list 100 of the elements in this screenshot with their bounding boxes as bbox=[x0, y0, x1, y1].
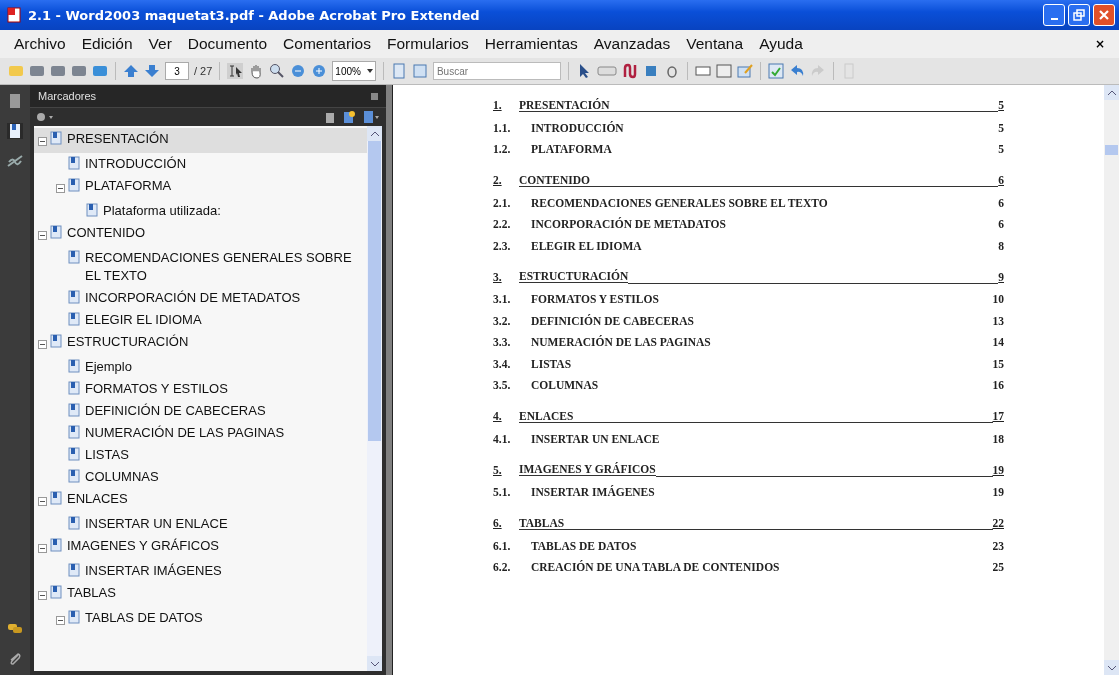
bookmark-item[interactable]: PLATAFORMA bbox=[34, 175, 367, 200]
bookmark-icon bbox=[68, 178, 80, 192]
toc-title[interactable]: FORMATOS Y ESTILOS bbox=[531, 293, 659, 306]
scroll-down-icon[interactable] bbox=[370, 660, 379, 667]
toc-title[interactable]: NUMERACIÓN DE LAS PAGINAS bbox=[531, 336, 711, 349]
bookmark-item[interactable]: TABLAS bbox=[34, 582, 367, 607]
spellcheck-icon[interactable] bbox=[767, 63, 784, 79]
bookmark-icon bbox=[68, 381, 80, 395]
bookmark-item[interactable]: TABLAS DE DATOS bbox=[34, 607, 367, 632]
restore-button[interactable] bbox=[1068, 4, 1090, 26]
toc-title[interactable]: IMAGENES Y GRÁFICOS bbox=[519, 463, 656, 476]
bookmark-item[interactable]: Ejemplo bbox=[34, 356, 367, 378]
bookmark-icon bbox=[50, 225, 62, 239]
menu-item[interactable]: Avanzadas bbox=[585, 35, 679, 53]
scroll-thumb[interactable] bbox=[368, 141, 381, 441]
scroll-down-icon[interactable] bbox=[1107, 664, 1116, 671]
toc-number: 1.1. bbox=[493, 121, 512, 134]
new-bookmark-icon[interactable] bbox=[342, 110, 356, 124]
menu-item[interactable]: Ver bbox=[140, 35, 180, 53]
menu-close-button[interactable]: × bbox=[1086, 37, 1113, 51]
toc-title[interactable]: TABLAS DE DATOS bbox=[531, 539, 637, 552]
toc-title[interactable]: COLUMNAS bbox=[531, 379, 599, 392]
scroll-up-icon[interactable] bbox=[1107, 89, 1116, 96]
magnet-icon[interactable] bbox=[621, 63, 638, 79]
menu-item[interactable]: Documento bbox=[179, 35, 276, 53]
zoom-out-icon[interactable] bbox=[290, 63, 307, 79]
toc-page-number: 9 bbox=[998, 270, 1004, 283]
toc-title[interactable]: INTRODUCCIÓN bbox=[531, 121, 624, 134]
scrollbar[interactable] bbox=[367, 126, 382, 671]
bookmark-item[interactable]: INSERTAR UN ENLACE bbox=[34, 513, 367, 535]
bookmark-item[interactable]: COLUMNAS bbox=[34, 466, 367, 488]
toc-title[interactable]: CREACIÓN DE UNA TABLA DE CONTENIDOS bbox=[531, 561, 780, 574]
toc-title[interactable]: INSERTAR IMÁGENES bbox=[531, 486, 655, 499]
bookmark-item[interactable]: ENLACES bbox=[34, 488, 367, 513]
trash-icon[interactable] bbox=[324, 111, 336, 123]
toc-number: 3.1. bbox=[493, 293, 512, 306]
toc-page-number: 19 bbox=[992, 463, 1004, 476]
bookmark-item[interactable]: CONTENIDO bbox=[34, 222, 367, 247]
bookmark-item[interactable]: LISTAS bbox=[34, 444, 367, 466]
toc-title[interactable]: LISTAS bbox=[531, 357, 572, 370]
toc-page-number: 13 bbox=[992, 314, 1004, 327]
toc-number: 6.2. bbox=[493, 561, 512, 574]
scroll-up-icon[interactable] bbox=[370, 130, 379, 137]
zoom-in-icon[interactable] bbox=[311, 63, 328, 79]
options-icon[interactable] bbox=[36, 111, 56, 123]
toc-title[interactable]: CONTENIDO bbox=[519, 173, 590, 187]
menu-item[interactable]: Herramientas bbox=[476, 35, 586, 53]
down-arrow-icon[interactable] bbox=[144, 63, 160, 79]
menu-item[interactable]: Archivo bbox=[6, 35, 74, 53]
menu-item[interactable]: Ayuda bbox=[751, 35, 811, 53]
bookmark-item[interactable]: DEFINICIÓN DE CABECERAS bbox=[34, 400, 367, 422]
zoom-icon[interactable] bbox=[269, 63, 286, 79]
bookmark-item[interactable]: INCORPORACIÓN DE METADATOS bbox=[34, 287, 367, 309]
toc-title[interactable]: ENLACES bbox=[519, 409, 574, 423]
bookmark-item[interactable]: INSERTAR IMÁGENES bbox=[34, 560, 367, 582]
page-number-field[interactable]: 3 bbox=[165, 62, 189, 80]
close-button[interactable] bbox=[1093, 4, 1115, 26]
bookmark-item[interactable]: ELEGIR EL IDIOMA bbox=[34, 309, 367, 331]
bookmark-item[interactable]: FORMATOS Y ESTILOS bbox=[34, 378, 367, 400]
search-field[interactable]: Buscar bbox=[432, 62, 561, 80]
toc-page-number: 6 bbox=[998, 174, 1004, 186]
zoom-dropdown[interactable]: 100% bbox=[332, 61, 376, 81]
toc-title[interactable]: INSERTAR UN ENLACE bbox=[531, 432, 660, 445]
toc-title[interactable]: RECOMENDACIONES GENERALES SOBRE EL TEXTO bbox=[531, 196, 828, 209]
bookmark-item[interactable]: RECOMENDACIONES GENERALES SOBRE EL TEXTO bbox=[34, 247, 367, 287]
bookmark-item[interactable]: INTRODUCCIÓN bbox=[34, 153, 367, 175]
menu-item[interactable]: Comentarios bbox=[275, 35, 379, 53]
bookmark-icon bbox=[68, 156, 80, 170]
form-field-icon[interactable] bbox=[715, 63, 732, 79]
toc-title[interactable]: ESTRUCTURACIÓN bbox=[519, 270, 629, 283]
scroll-thumb[interactable] bbox=[1105, 145, 1118, 155]
toc-page-number: 10 bbox=[992, 293, 1004, 306]
bookmark-icon[interactable] bbox=[7, 123, 23, 139]
caret-icon bbox=[366, 69, 373, 73]
minimize-button[interactable] bbox=[1043, 4, 1065, 26]
expand-bookmark-icon[interactable] bbox=[362, 110, 380, 124]
bookmark-item[interactable]: IMAGENES Y GRÁFICOS bbox=[34, 535, 367, 560]
text-select-cursor-icon[interactable] bbox=[227, 63, 244, 79]
bookmark-item[interactable]: Plataforma utilizada: bbox=[34, 200, 367, 222]
toc-page-number: 5 bbox=[998, 99, 1004, 111]
toc-title[interactable]: DEFINICIÓN DE CABECERAS bbox=[531, 314, 694, 327]
panel-options-button[interactable] bbox=[371, 92, 378, 100]
bookmark-item[interactable]: PRESENTACIÓN bbox=[34, 128, 367, 153]
document-scrollbar[interactable] bbox=[1104, 85, 1119, 675]
up-arrow-icon[interactable] bbox=[123, 63, 139, 79]
text-field-icon[interactable] bbox=[694, 63, 711, 79]
menu-item[interactable]: Formularios bbox=[378, 35, 477, 53]
pages-icon[interactable] bbox=[7, 93, 23, 109]
toc-page-number: 8 bbox=[998, 239, 1004, 252]
bookmark-icon bbox=[68, 250, 80, 264]
toc-title[interactable]: INCORPORACIÓN DE METADATOS bbox=[531, 218, 726, 231]
toc-title[interactable]: ELEGIR EL IDIOMA bbox=[531, 239, 642, 252]
bookmark-icon bbox=[68, 469, 80, 483]
toc-title[interactable]: TABLAS bbox=[519, 516, 565, 530]
bookmark-item[interactable]: ESTRUCTURACIÓN bbox=[34, 331, 367, 356]
menu-item[interactable]: Ventana bbox=[678, 35, 752, 53]
toc-title[interactable]: PRESENTACIÓN bbox=[519, 98, 610, 112]
bookmark-item[interactable]: NUMERACIÓN DE LAS PAGINAS bbox=[34, 422, 367, 444]
menu-item[interactable]: Edición bbox=[73, 35, 141, 53]
toc-title[interactable]: PLATAFORMA bbox=[531, 143, 612, 156]
